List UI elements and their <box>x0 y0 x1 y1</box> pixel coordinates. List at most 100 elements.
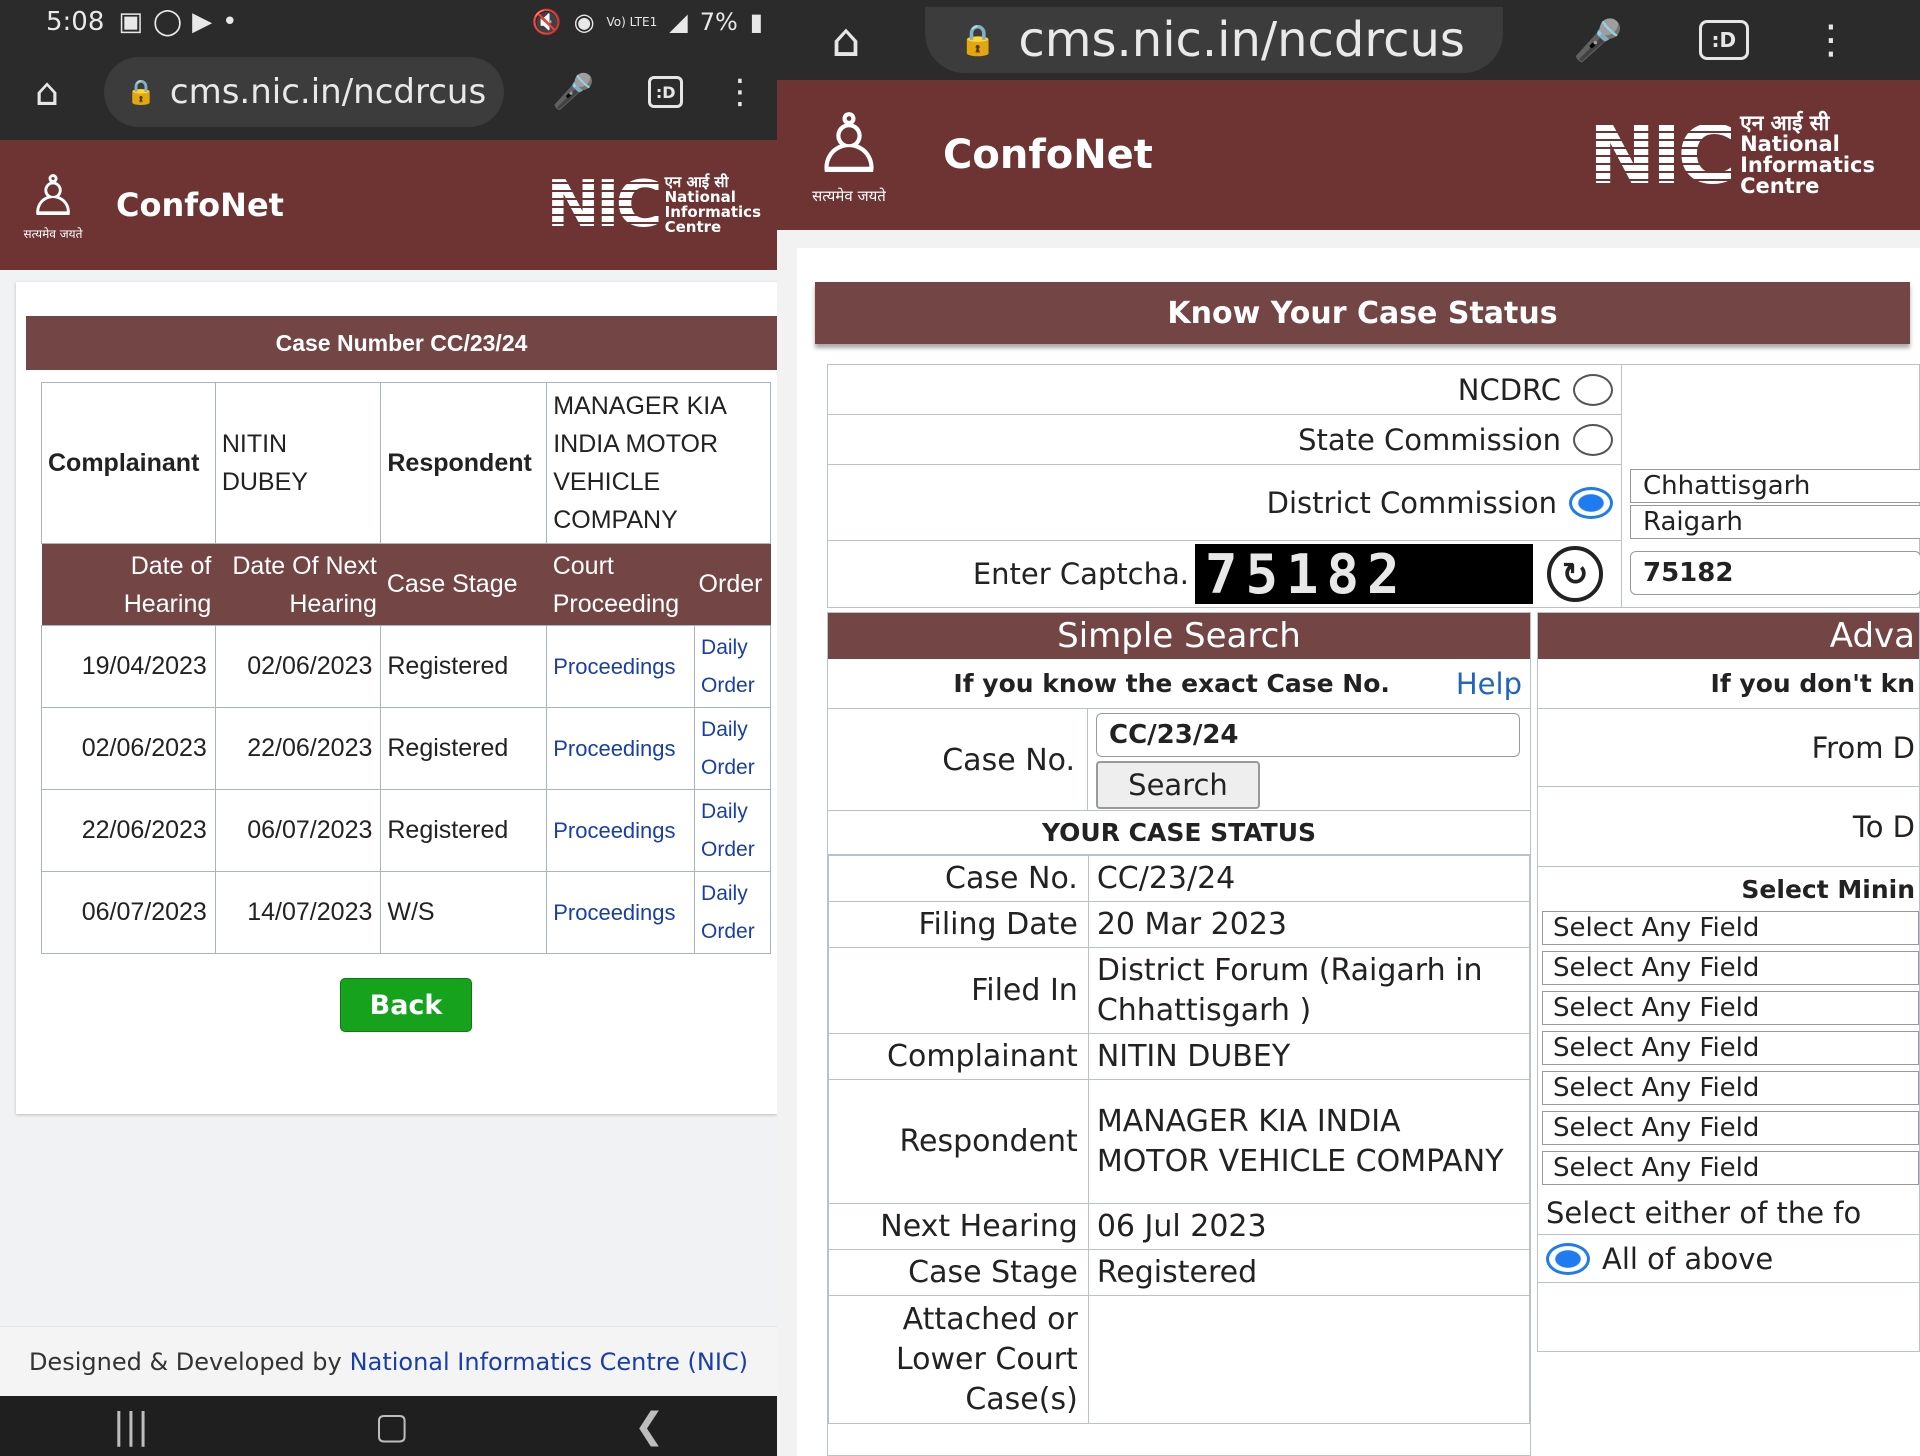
daily-order-link[interactable]: Daily Order <box>694 707 771 790</box>
site-header: ♙ सत्यमेव जयते ConfoNet NIC एन आई सी Nat… <box>0 140 777 270</box>
field-select[interactable]: Select Any Field <box>1542 1111 1919 1145</box>
district-commission-radio[interactable] <box>1569 486 1613 519</box>
status-label: Case No. <box>828 855 1089 902</box>
field-select[interactable]: Select Any Field <box>1542 951 1919 985</box>
youtube-icon: ▶ <box>192 7 213 37</box>
status-value: Registered <box>1087 1249 1531 1296</box>
from-date-label: From D <box>1538 709 1919 787</box>
proceedings-link[interactable]: Proceedings <box>546 707 696 790</box>
brand-name: ConfoNet <box>116 186 284 224</box>
emblem-icon: ♙ <box>812 97 886 192</box>
mic-icon[interactable]: 🎤 <box>552 72 594 112</box>
state-commission-radio[interactable] <box>1573 423 1613 456</box>
hearing-date: 02/06/2023 <box>41 707 216 790</box>
col-order: Order <box>698 570 763 598</box>
status-value <box>1087 1295 1531 1424</box>
status-value: 06 Jul 2023 <box>1087 1203 1531 1250</box>
url-bar[interactable]: 🔒 cms.nic.in/ncdrcus <box>925 7 1503 73</box>
field-select[interactable]: Select Any Field <box>1542 1031 1919 1065</box>
home-icon[interactable]: ⌂ <box>28 70 66 114</box>
case-detail-table: Complainant NITIN DUBEY Respondent MANAG… <box>41 382 771 954</box>
complainant-label: Complainant <box>41 382 216 544</box>
proceedings-link[interactable]: Proceedings <box>546 871 696 954</box>
status-row: Case No. CC/23/24 <box>828 855 1531 902</box>
recent-apps-icon[interactable]: ||| <box>113 1406 149 1447</box>
help-link[interactable]: Help <box>1456 667 1522 701</box>
emblem-motto: सत्यमेव जयते <box>812 187 886 205</box>
daily-order-link[interactable]: Daily Order <box>694 789 771 872</box>
all-of-above-radio[interactable] <box>1546 1242 1590 1275</box>
respondent-name: MANAGER KIA INDIA MOTOR VEHICLE COMPANY <box>546 382 771 544</box>
brand-name: ConfoNet <box>943 132 1153 178</box>
android-nav-bar: ||| ▢ ❮ <box>0 1396 777 1456</box>
nic-line-1: National <box>1740 132 1840 156</box>
hearing-date: 06/07/2023 <box>41 871 216 954</box>
back-button[interactable]: Back <box>340 978 472 1032</box>
status-label: Respondent <box>828 1079 1089 1204</box>
state-row: State Commission <box>828 415 1622 465</box>
field-select[interactable]: Select Any Field <box>1542 911 1919 945</box>
tabs-icon[interactable]: :D <box>1698 20 1749 60</box>
district-select[interactable]: Raigarh <box>1630 505 1920 539</box>
status-value: District Forum (Raigarh in Chhattisgarh … <box>1087 947 1531 1034</box>
proceedings-link[interactable]: Proceedings <box>546 789 696 872</box>
footer-prefix: Designed & Developed by <box>28 1347 342 1376</box>
hearing-row: 22/06/2023 06/07/2023 Registered Proceed… <box>41 789 771 872</box>
simple-search-hint-row: If you know the exact Case No. Help <box>828 659 1530 709</box>
daily-order-link[interactable]: Daily Order <box>694 625 771 708</box>
captcha-label: Enter Captcha. <box>972 557 1189 591</box>
ncdrc-radio[interactable] <box>1573 373 1613 406</box>
refresh-captcha-icon[interactable]: ↻ <box>1547 546 1603 602</box>
captcha-input[interactable]: 75182 <box>1630 551 1920 595</box>
proceedings-link[interactable]: Proceedings <box>546 625 696 708</box>
parties-row: Complainant NITIN DUBEY Respondent MANAG… <box>41 382 771 544</box>
battery-text: 7% <box>699 8 738 36</box>
nic-hindi: एन आई सी <box>1740 111 1830 135</box>
menu-icon[interactable]: ⋮ <box>1811 17 1851 63</box>
mic-icon[interactable]: 🎤 <box>1573 17 1623 64</box>
nic-logo: NIC एन आई सी National Informatics Centre <box>546 168 761 242</box>
status-value: NITIN DUBEY <box>1087 1033 1531 1080</box>
field-select[interactable]: Select Any Field <box>1542 991 1919 1025</box>
instagram-icon: ◯ <box>152 7 183 37</box>
select-either-label: Select either of the fo <box>1538 1191 1919 1235</box>
hearing-date: 19/04/2023 <box>41 625 216 708</box>
emblem-logo: ♙ सत्यमेव जयते <box>797 104 901 206</box>
field-select[interactable]: Select Any Field <box>1542 1151 1919 1185</box>
nic-wordmark: NIC <box>1588 108 1736 202</box>
home-icon[interactable]: ⌂ <box>821 13 871 67</box>
all-of-above-label: All of above <box>1602 1241 1774 1276</box>
district-row: District Commission <box>828 465 1622 541</box>
mute-icon: 🔇 <box>531 8 562 36</box>
home-nav-icon[interactable]: ▢ <box>375 1406 409 1447</box>
nic-logo: NIC एन आई सी National Informatics Centre <box>1589 109 1875 202</box>
status-label: Next Hearing <box>828 1203 1089 1250</box>
url-text: cms.nic.in/ncdrcus <box>1018 12 1465 68</box>
footer-nic-link[interactable]: National Informatics Centre (NIC) <box>350 1348 748 1376</box>
advanced-search-title: Adva <box>1538 613 1919 659</box>
col-case-stage: Case Stage <box>386 570 518 598</box>
dot-icon: • <box>222 7 238 37</box>
status-value: 20 Mar 2023 <box>1087 901 1531 948</box>
left-screenshot: 5:08 ▣ ◯ ▶ • 🔇 ◉ Vo) LTE1 ◢ 7% ▮ ⌂ 🔒 cms… <box>0 0 777 1456</box>
state-select[interactable]: Chhattisgarh <box>1630 469 1920 503</box>
col-next-hearing: Date Of Next Hearing <box>232 551 377 618</box>
menu-icon[interactable]: ⋮ <box>723 72 757 112</box>
status-row: Filed In District Forum (Raigarh in Chhat… <box>828 947 1531 1034</box>
url-bar[interactable]: 🔒 cms.nic.in/ncdrcus <box>104 57 505 127</box>
field-select[interactable]: Select Any Field <box>1542 1071 1919 1105</box>
status-row: Filing Date 20 Mar 2023 <box>828 901 1531 948</box>
tabs-icon[interactable]: :D <box>648 76 683 108</box>
case-number-title: Case Number CC/23/24 <box>26 316 777 370</box>
search-button[interactable]: Search <box>1096 761 1260 809</box>
captcha-image: 75182 <box>1195 543 1533 606</box>
next-hearing-date: 14/07/2023 <box>214 871 382 954</box>
case-no-input[interactable]: CC/23/24 <box>1096 713 1520 757</box>
browser-toolbar: ⌂ 🔒 cms.nic.in/ncdrcus 🎤 :D ⋮ <box>0 44 777 140</box>
case-stage: W/S <box>380 871 548 954</box>
emblem-icon: ♙ <box>27 163 79 229</box>
hearing-row: 19/04/2023 02/06/2023 Registered Proceed… <box>41 625 771 708</box>
back-nav-icon[interactable]: ❮ <box>634 1406 664 1447</box>
daily-order-link[interactable]: Daily Order <box>694 871 771 954</box>
state-commission-label: State Commission <box>1298 422 1561 457</box>
